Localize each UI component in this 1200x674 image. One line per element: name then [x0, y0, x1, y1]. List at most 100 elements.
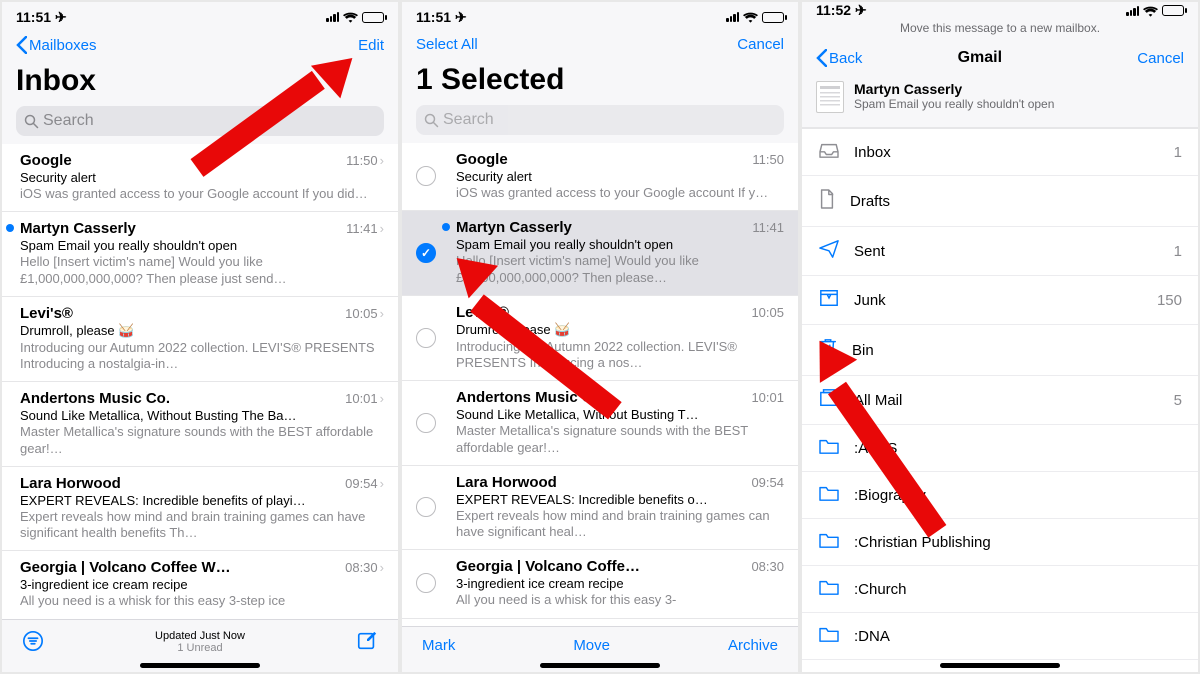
message-row[interactable]: Google11:50Security alertiOS was granted… [402, 143, 798, 211]
message-list: Google11:50 ›Security alertiOS was grant… [2, 144, 398, 619]
folder-row[interactable]: :ALCS [802, 425, 1198, 472]
unread-label: 1 Unread [177, 642, 222, 654]
subject: Sound Like Metallica, Without Busting T… [456, 407, 784, 422]
message-row[interactable]: Georgia | Volcano Coffee W…08:30 ›3-ingr… [2, 551, 398, 619]
message-row[interactable]: Andertons Music Co.10:01 ›Sound Like Met… [2, 382, 398, 467]
nav-row: Back Gmail Cancel [802, 49, 1198, 75]
move-hint: Move this message to a new mailbox. [802, 19, 1198, 49]
time: 09:54 [751, 475, 784, 490]
time: 08:30 [751, 559, 784, 574]
message-row[interactable]: Georgia | Volcano Coffe…08:303-ingredien… [402, 550, 798, 618]
folder-name: :Church [854, 581, 907, 598]
folder-row[interactable]: All Mail5 [802, 376, 1198, 425]
page-title: 1 Selected [402, 61, 798, 105]
filter-button[interactable] [22, 630, 44, 655]
folder-name: Junk [854, 292, 886, 309]
time: 10:05 › [345, 306, 384, 321]
folder-row[interactable]: Junk 150 [802, 276, 1198, 325]
folder-row[interactable]: Sent1 [802, 227, 1198, 276]
folder-name: :Christian Publishing [854, 534, 991, 551]
message-row[interactable]: Levi's®10:05 ›Drumroll, please 🥁Introduc… [2, 297, 398, 383]
subject: Sound Like Metallica, Without Busting Th… [20, 408, 384, 423]
time: 11:41 [752, 220, 784, 235]
updated-label: Updated Just Now [155, 630, 245, 642]
subject: EXPERT REVEALS: Incredible benefits of p… [20, 493, 384, 508]
sender: Google [456, 151, 508, 168]
wifi-icon [343, 11, 358, 23]
chevron-left-icon [16, 36, 27, 54]
folder-row[interactable]: :Biography [802, 472, 1198, 519]
mark-button[interactable]: Mark [422, 637, 455, 654]
back-button[interactable]: Mailboxes [16, 36, 97, 54]
select-checkbox[interactable] [412, 304, 440, 372]
cancel-button[interactable]: Cancel [1137, 50, 1184, 67]
allmail-icon [818, 388, 840, 412]
search-placeholder: Search [443, 111, 494, 129]
time: 09:54 › [345, 476, 384, 491]
search-icon [24, 114, 39, 129]
edit-button[interactable]: Edit [358, 37, 384, 54]
search-placeholder: Search [43, 112, 94, 130]
wifi-icon [1143, 5, 1158, 17]
cancel-button[interactable]: Cancel [737, 36, 784, 53]
folder-icon [818, 484, 840, 506]
folder-list: Inbox 1 DraftsSent1 Junk 150 BinAll Mail5 :ALC… [802, 128, 1198, 672]
message-row[interactable]: Andertons Music Co.10:01Sound Like Metal… [402, 381, 798, 466]
select-all-button[interactable]: Select All [416, 36, 478, 53]
search-input[interactable]: Search [416, 105, 784, 135]
archive-button[interactable]: Archive [728, 637, 778, 654]
search-input[interactable]: Search [16, 106, 384, 136]
move-button[interactable]: Move [573, 637, 610, 654]
preview: Hello [Insert victim's name] Would you l… [456, 253, 784, 286]
sent-icon [818, 239, 840, 263]
compose-button[interactable] [356, 630, 378, 655]
screen-move-mailbox: 11:52 ✈︎ Move this message to a new mail… [802, 2, 1198, 672]
folder-row[interactable]: :Christian Publishing [802, 519, 1198, 566]
sender: Lara Horwood [20, 475, 121, 492]
folder-row[interactable]: Bin [802, 325, 1198, 376]
time: 11:41 › [346, 221, 384, 236]
message-row[interactable]: Martyn Casserly11:41 ›Spam Email you rea… [2, 212, 398, 297]
folder-count: 1 [1174, 144, 1182, 161]
select-checkbox[interactable] [412, 558, 440, 608]
preview: Master Metallica's signature sounds with… [20, 424, 384, 457]
folder-icon [818, 531, 840, 553]
subject: Spam Email you really shouldn't open [456, 237, 784, 252]
folder-row[interactable]: :DNA [802, 613, 1198, 660]
chevron-right-icon: › [380, 153, 384, 168]
folder-name: :ALCS [854, 440, 897, 457]
folder-name: All Mail [854, 392, 902, 409]
chevron-right-icon: › [380, 560, 384, 575]
sender: Andertons Music Co. [20, 390, 170, 407]
select-checkbox[interactable] [412, 389, 440, 456]
summary-sender: Martyn Casserly [854, 81, 1054, 97]
battery-icon [762, 12, 784, 23]
folder-row[interactable]: Drafts [802, 176, 1198, 227]
folder-count: 150 [1157, 292, 1182, 309]
select-checkbox[interactable] [412, 474, 440, 541]
message-row[interactable]: Levi's®10:05Drumroll, please 🥁Introducin… [402, 296, 798, 382]
select-checkbox[interactable] [412, 151, 440, 201]
time: 11:50 › [346, 153, 384, 168]
sender: Google [20, 152, 72, 169]
message-row[interactable]: Google11:50 ›Security alertiOS was grant… [2, 144, 398, 212]
select-checkbox[interactable] [412, 219, 440, 286]
folder-row[interactable]: Inbox 1 [802, 129, 1198, 176]
message-row[interactable]: Lara Horwood 09:54 › EXPERT REVEALS: Incre… [2, 467, 398, 552]
inbox-icon [818, 141, 840, 163]
folder-row[interactable]: :Church [802, 566, 1198, 613]
status-bar: 11:51 ✈︎ [402, 2, 798, 32]
message-list: Google11:50Security alertiOS was granted… [402, 143, 798, 626]
back-label: Mailboxes [29, 37, 97, 54]
message-row[interactable]: Lara Horwood09:54EXPERT REVEALS: Incredi… [402, 466, 798, 551]
subject: Drumroll, please 🥁 [456, 322, 784, 338]
signal-icon [326, 12, 339, 22]
folder-name: Inbox [854, 144, 891, 161]
subject: Security alert [20, 170, 384, 185]
sender: Lara Horwood [456, 474, 557, 491]
nav-row: Select All Cancel [402, 32, 798, 61]
subject: Drumroll, please 🥁 [20, 323, 384, 339]
sender: Martyn Casserly [456, 219, 572, 236]
junk-icon [818, 288, 840, 312]
battery-icon [362, 12, 384, 23]
